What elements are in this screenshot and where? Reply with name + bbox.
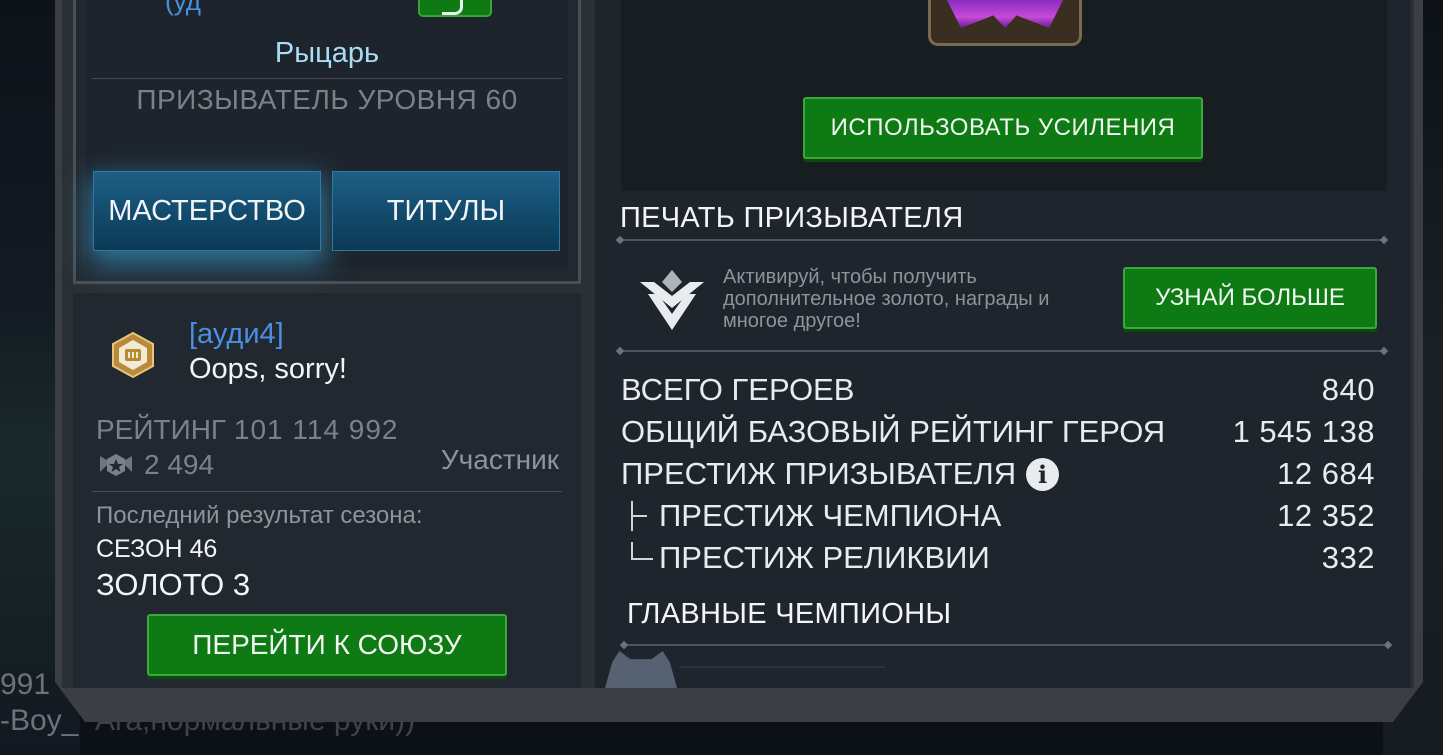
divider bbox=[620, 239, 1384, 241]
score-value: 2 494 bbox=[144, 449, 215, 480]
chat-text: 991 bbox=[0, 668, 51, 701]
stat-champion-prestige: ПРЕСТИЖ ЧЕМПИОНА 12 352 bbox=[621, 498, 1375, 538]
tree-branch bbox=[631, 501, 653, 531]
alliance-score: 2 494 bbox=[96, 449, 214, 481]
titles-button[interactable]: ТИТУЛЫ bbox=[332, 171, 560, 251]
stat-label: ПРЕСТИЖ ПРИЗЫВАТЕЛЯ bbox=[621, 456, 1017, 491]
alliance-badge-icon bbox=[112, 331, 154, 379]
go-to-alliance-button[interactable]: ПЕРЕЙТИ К СОЮЗУ bbox=[147, 614, 507, 676]
summoner-level: ПРИЗЫВАТЕЛЬ УРОВНЯ 60 bbox=[136, 84, 518, 115]
seal-title: ПЕЧАТЬ ПРИЗЫВАТЕЛЯ bbox=[620, 202, 964, 234]
stat-value: 12 352 bbox=[1277, 498, 1375, 533]
edit-icon bbox=[442, 0, 463, 15]
chat-text: -Boy_ bbox=[0, 704, 79, 737]
stat-label: ПРЕСТИЖ РЕЛИКВИИ bbox=[659, 540, 990, 575]
war-rating-icon bbox=[100, 454, 132, 476]
stat-value: 332 bbox=[1321, 540, 1375, 575]
use-boosts-button[interactable]: ИСПОЛЬЗОВАТЬ УСИЛЕНИЯ bbox=[803, 97, 1203, 159]
stat-base-rating: ОБЩИЙ БАЗОВЫЙ РЕЙТИНГ ГЕРОЯ 1 545 138 bbox=[621, 414, 1375, 454]
rating-label: РЕЙТИНГ bbox=[96, 414, 227, 445]
stat-label-wrap: ПРЕСТИЖ ЧЕМПИОНА bbox=[631, 498, 1001, 534]
alliance-rating: РЕЙТИНГ 101 114 992 bbox=[96, 414, 399, 446]
seal-description: Активируй, чтобы получить дополнительное… bbox=[723, 266, 1050, 332]
divider bbox=[624, 644, 1388, 646]
rating-value: 101 114 992 bbox=[233, 414, 399, 445]
chat-line: 991 bbox=[0, 668, 50, 702]
last-season-label: Последний результат сезона: bbox=[96, 502, 423, 529]
edit-profile-button[interactable] bbox=[418, 0, 492, 17]
profile-name-fragment: (уд bbox=[165, 0, 201, 16]
stat-label: ОБЩИЙ БАЗОВЫЙ РЕЙТИНГ ГЕРОЯ bbox=[621, 414, 1166, 449]
stat-value: 840 bbox=[1321, 372, 1375, 407]
member-role: Участник bbox=[440, 444, 559, 475]
stat-label: ПРЕСТИЖ ЧЕМПИОНА bbox=[659, 498, 1002, 533]
summoner-seal-icon bbox=[640, 270, 704, 330]
stat-relic-prestige: ПРЕСТИЖ РЕЛИКВИИ 332 bbox=[621, 540, 1375, 580]
stat-label-wrap: ПРЕСТИЖ РЕЛИКВИИ bbox=[631, 540, 990, 576]
alliance-tag[interactable]: [ауди4] bbox=[189, 318, 284, 351]
top-champions-title: ГЛАВНЫЕ ЧЕМПИОНЫ bbox=[627, 598, 952, 630]
stat-total-heroes: ВСЕГО ГЕРОЕВ 840 bbox=[621, 372, 1375, 412]
season-rank: ЗОЛОТО 3 bbox=[96, 567, 251, 602]
divider bbox=[92, 78, 562, 79]
stat-value: 1 545 138 bbox=[1232, 414, 1375, 449]
stat-value: 12 684 bbox=[1277, 456, 1375, 491]
stat-label-wrap: ПРЕСТИЖ ПРИЗЫВАТЕЛЯ i bbox=[621, 456, 1060, 492]
champion-bar bbox=[680, 666, 885, 668]
profile-class-title: Рыцарь bbox=[274, 37, 380, 69]
stat-summoner-prestige: ПРЕСТИЖ ПРИЗЫВАТЕЛЯ i 12 684 bbox=[621, 456, 1375, 496]
divider bbox=[92, 491, 562, 492]
season-number: СЕЗОН 46 bbox=[96, 535, 218, 563]
learn-more-button[interactable]: УЗНАЙ БОЛЬШЕ bbox=[1123, 267, 1377, 329]
info-icon[interactable]: i bbox=[1026, 457, 1060, 491]
tree-branch-end bbox=[631, 542, 653, 560]
alliance-message: Oops, sorry! bbox=[189, 353, 347, 385]
crystal-icon bbox=[928, 0, 1082, 46]
mastery-button[interactable]: МАСТЕРСТВО bbox=[93, 171, 321, 251]
stat-label: ВСЕГО ГЕРОЕВ bbox=[621, 372, 855, 407]
divider bbox=[620, 350, 1384, 352]
